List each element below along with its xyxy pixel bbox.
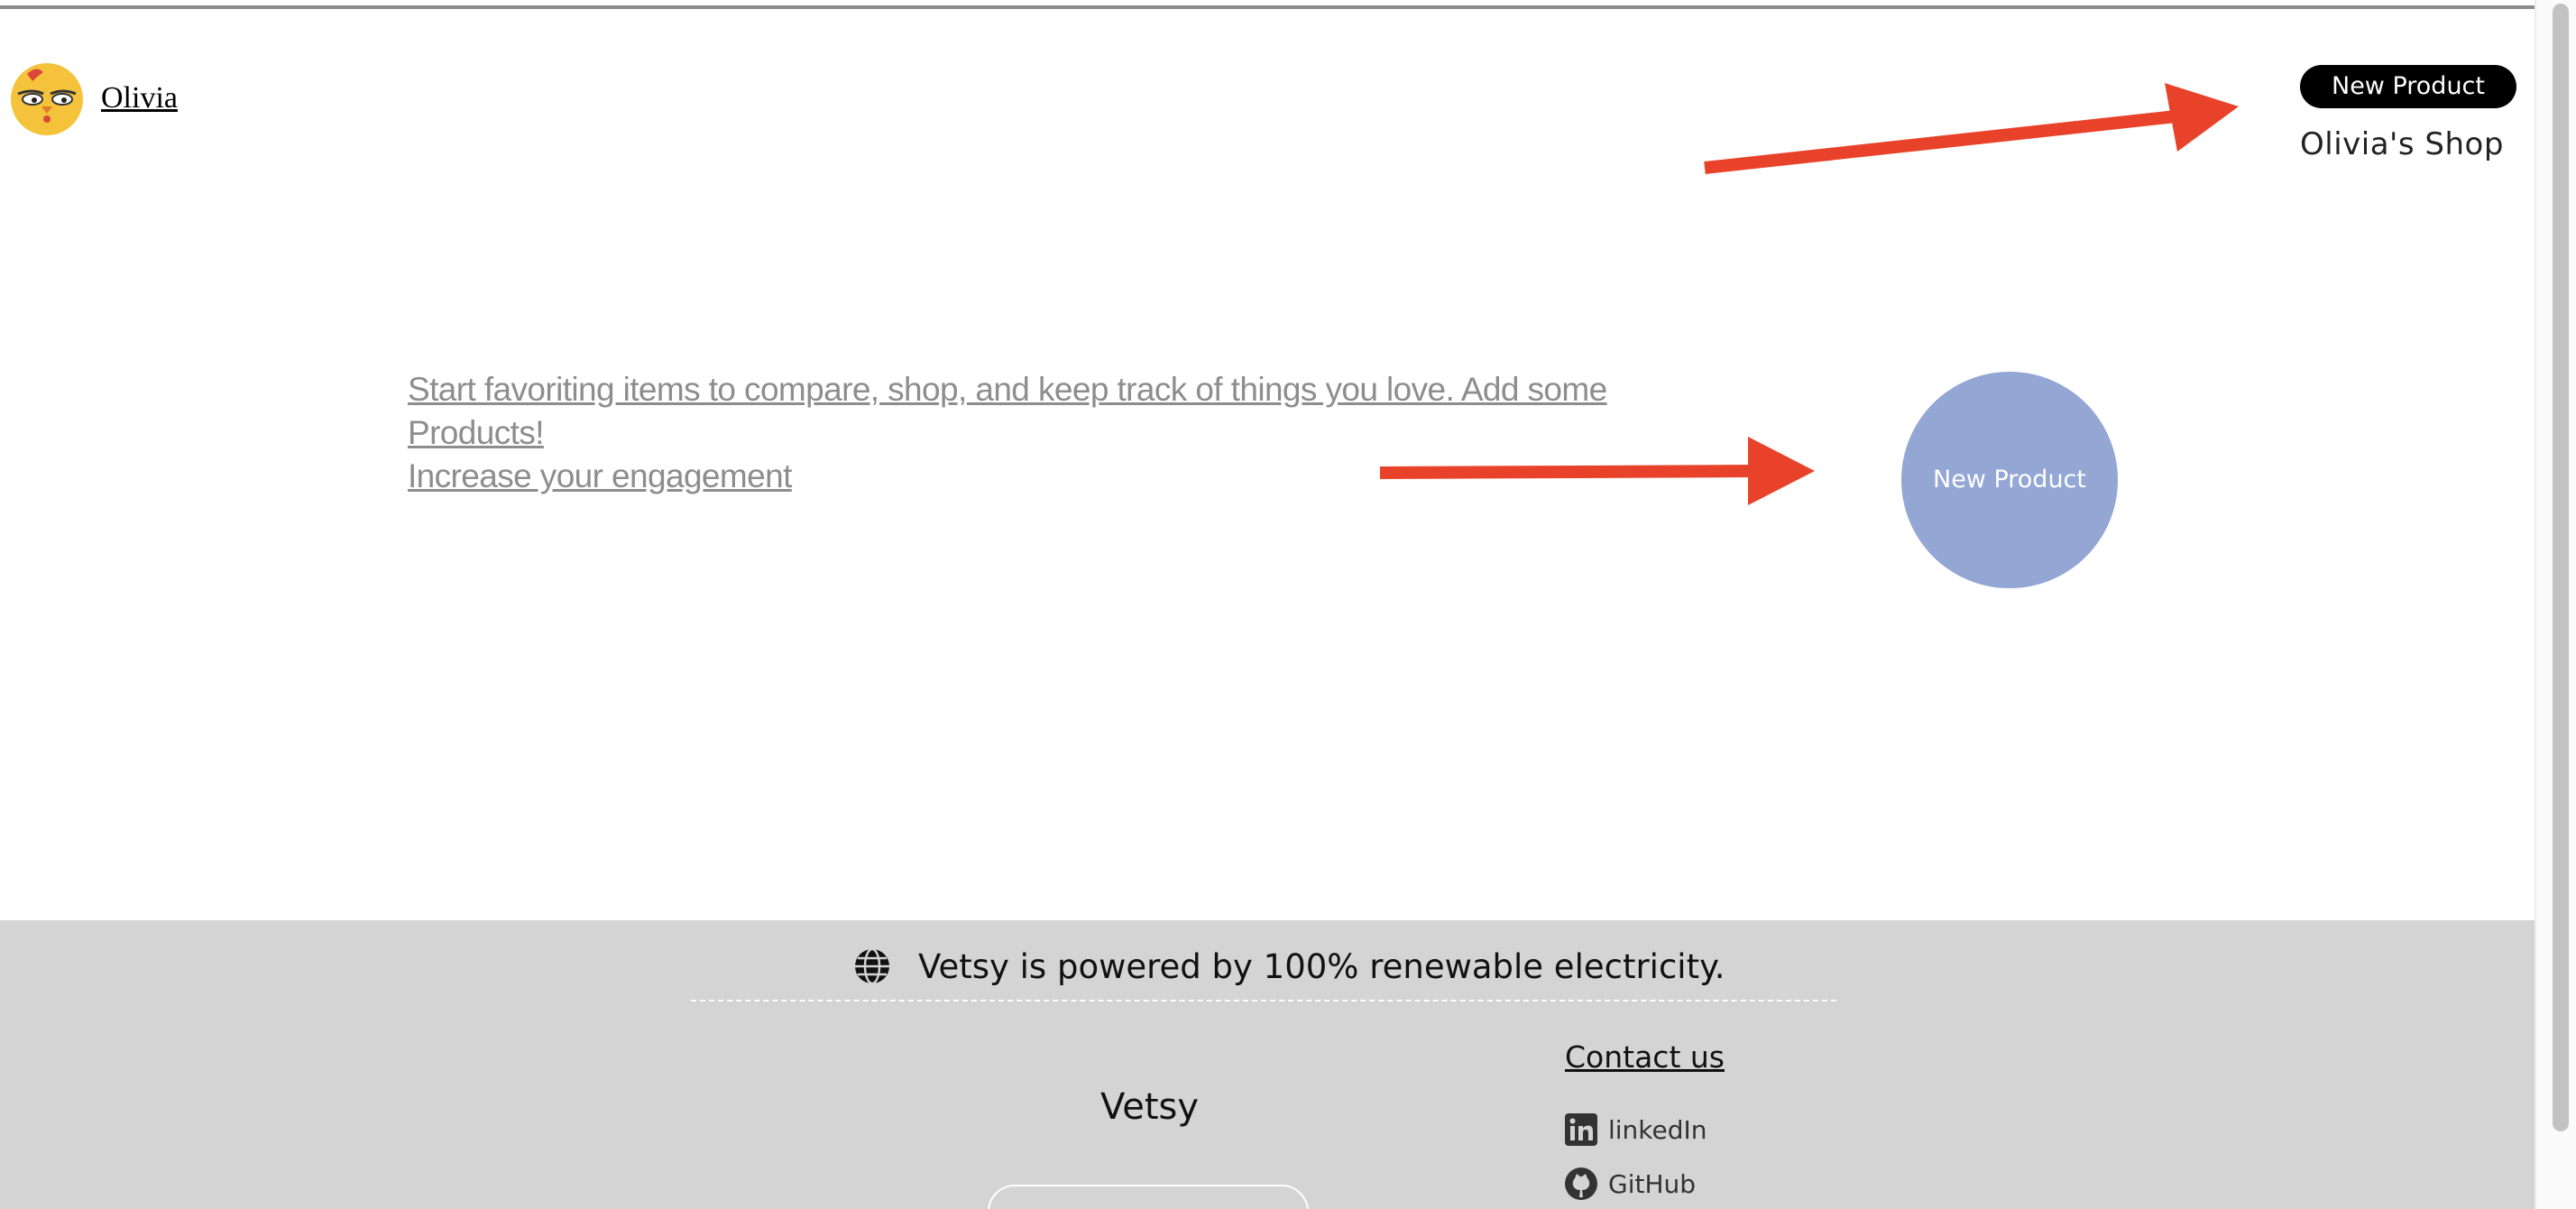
new-product-circle-button[interactable]: New Product	[1901, 372, 2118, 588]
page: Olivia New Product Olivia's Shop Start f…	[0, 0, 2576, 1209]
user-name-link[interactable]: Olivia	[101, 81, 178, 115]
contact-us-link[interactable]: Contact us	[1565, 1039, 1725, 1075]
globe-icon	[855, 947, 889, 985]
github-icon	[1565, 1167, 1597, 1200]
scrollbar-thumb[interactable]	[2553, 4, 2569, 1131]
footer-pill-button[interactable]	[988, 1185, 1309, 1209]
renewable-energy-text: Vetsy is powered by 100% renewable elect…	[918, 947, 1725, 986]
linkedin-icon	[1565, 1113, 1597, 1146]
chick-avatar-icon	[11, 63, 83, 135]
github-label: GitHub	[1608, 1168, 1697, 1199]
footer-brand: Vetsy	[1100, 1086, 1200, 1128]
linkedin-label: linkedIn	[1608, 1114, 1707, 1145]
empty-message-line-1: Start favoriting items to compare, shop,…	[408, 371, 1607, 451]
new-product-button[interactable]: New Product	[2300, 65, 2516, 108]
user-avatar[interactable]	[11, 63, 83, 135]
linkedin-link[interactable]: linkedIn	[1565, 1112, 1707, 1148]
github-link[interactable]: GitHub	[1565, 1166, 1696, 1202]
empty-message-line-2: Increase your engagement	[408, 457, 792, 494]
empty-favorites-message[interactable]: Start favoriting items to compare, shop,…	[408, 368, 1743, 498]
arrow-to-new-product-pill	[1704, 83, 2239, 174]
shop-name: Olivia's Shop	[2300, 126, 2504, 162]
renewable-energy-banner: Vetsy is powered by 100% renewable elect…	[691, 929, 1836, 1001]
top-divider	[0, 5, 2535, 9]
